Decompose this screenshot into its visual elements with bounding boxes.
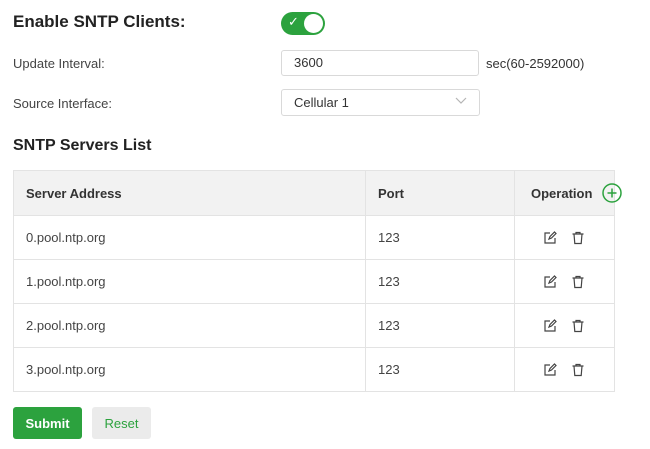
trash-icon[interactable]	[571, 231, 585, 245]
submit-button[interactable]: Submit	[13, 407, 82, 439]
operation-cell	[514, 216, 614, 259]
port-cell: 123	[365, 304, 514, 347]
col-operation: Operation	[514, 171, 614, 215]
port-cell: 123	[365, 216, 514, 259]
operation-cell	[514, 304, 614, 347]
enable-sntp-label: Enable SNTP Clients:	[13, 12, 186, 31]
reset-button[interactable]: Reset	[92, 407, 151, 439]
table-row: 0.pool.ntp.org 123	[14, 216, 614, 260]
edit-icon[interactable]	[543, 230, 557, 245]
check-icon: ✓	[288, 14, 299, 29]
server-address-cell: 1.pool.ntp.org	[26, 274, 106, 289]
trash-icon[interactable]	[571, 363, 585, 377]
enable-sntp-toggle[interactable]: ✓	[281, 12, 325, 35]
operation-cell	[514, 260, 614, 303]
edit-icon[interactable]	[543, 318, 557, 333]
server-address-cell: 2.pool.ntp.org	[26, 318, 106, 333]
table-row: 1.pool.ntp.org 123	[14, 260, 614, 304]
col-port: Port	[365, 171, 514, 215]
table-header: Server Address Port Operation	[14, 171, 614, 216]
plus-circle-icon[interactable]	[602, 183, 622, 203]
servers-table: Server Address Port Operation 0.pool.ntp…	[13, 170, 615, 392]
servers-list-title: SNTP Servers List	[13, 137, 152, 154]
chevron-down-icon	[455, 97, 467, 104]
table-row: 3.pool.ntp.org 123	[14, 348, 614, 391]
toggle-knob	[304, 14, 323, 33]
edit-icon[interactable]	[543, 274, 557, 289]
update-interval-unit: sec(60-2592000)	[486, 56, 585, 71]
port-cell: 123	[365, 260, 514, 303]
port-cell: 123	[365, 348, 514, 391]
source-interface-value: Cellular 1	[294, 95, 349, 110]
col-server-address: Server Address	[26, 185, 122, 201]
update-interval-input[interactable]: 3600	[281, 50, 479, 76]
trash-icon[interactable]	[571, 275, 585, 289]
trash-icon[interactable]	[571, 319, 585, 333]
server-address-cell: 0.pool.ntp.org	[26, 230, 106, 245]
table-row: 2.pool.ntp.org 123	[14, 304, 614, 348]
edit-icon[interactable]	[543, 362, 557, 377]
operation-cell	[514, 348, 614, 391]
update-interval-label: Update Interval:	[13, 56, 105, 71]
server-address-cell: 3.pool.ntp.org	[26, 362, 106, 377]
source-interface-label: Source Interface:	[13, 96, 112, 111]
source-interface-select[interactable]: Cellular 1	[281, 89, 480, 116]
